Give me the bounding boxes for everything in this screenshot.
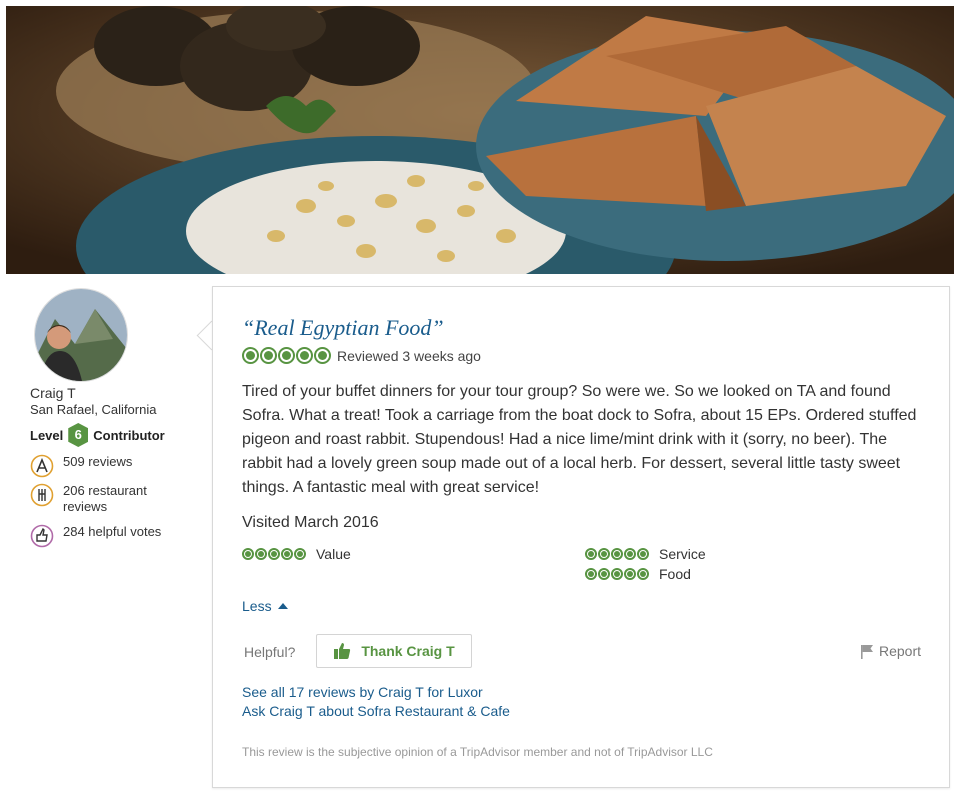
less-toggle[interactable]: Less xyxy=(242,598,288,614)
caret-up-icon[interactable] xyxy=(277,603,288,609)
stat-reviews: 509 reviews xyxy=(30,454,132,478)
rating-bubble xyxy=(637,548,649,560)
rating-bubble xyxy=(585,568,597,580)
report-label[interactable]: Report xyxy=(879,643,921,659)
rating-bubble xyxy=(278,347,295,364)
thank-button[interactable]: Thank Craig T xyxy=(316,634,472,668)
subrating-service: Service xyxy=(585,546,706,562)
rating-bubble xyxy=(268,548,280,560)
rating-bubble xyxy=(611,568,623,580)
thumbs-up-badge-icon xyxy=(30,524,54,548)
subrating-label: Food xyxy=(659,566,691,582)
ask-reviewer-link[interactable]: Ask Craig T about Sofra Restaurant & Caf… xyxy=(242,703,510,719)
subrating-value: Value xyxy=(242,546,351,562)
rating-bubble xyxy=(260,347,277,364)
rating-bubble xyxy=(314,347,331,364)
subrating-label: Service xyxy=(659,546,706,562)
thumbs-up-icon[interactable] xyxy=(333,642,351,660)
thank-button-label[interactable]: Thank Craig T xyxy=(361,643,454,659)
rating-bubble xyxy=(296,347,313,364)
rating-bubbles xyxy=(242,347,332,364)
hero-food-photo xyxy=(6,6,954,274)
less-label[interactable]: Less xyxy=(242,598,272,614)
flag-icon[interactable] xyxy=(859,643,875,659)
stat-restaurant-reviews-text: 206 restaurant reviews xyxy=(63,483,147,514)
stat-helpful-votes-text: 284 helpful votes xyxy=(63,524,162,539)
rating-bubble xyxy=(242,548,254,560)
rating-bubble xyxy=(624,548,636,560)
rating-bubble xyxy=(624,568,636,580)
reviewed-date: Reviewed 3 weeks ago xyxy=(337,347,481,364)
disclaimer: This review is the subjective opinion of… xyxy=(242,745,713,759)
stat-helpful-votes: 284 helpful votes xyxy=(30,524,161,548)
rating-bubble xyxy=(637,568,649,580)
helpful-label: Helpful? xyxy=(244,644,296,660)
review-text: Tired of your buffet dinners for your to… xyxy=(242,383,917,496)
rating-bubble xyxy=(255,548,267,560)
subrating-label: Value xyxy=(316,546,351,562)
subrating-food: Food xyxy=(585,566,691,582)
review-title[interactable]: “Real Egyptian Food” xyxy=(242,315,444,341)
rating-bubble xyxy=(598,548,610,560)
fork-knife-badge-icon xyxy=(30,483,54,507)
rating-bubble xyxy=(611,548,623,560)
see-all-reviews-link[interactable]: See all 17 reviews by Craig T for Luxor xyxy=(242,684,483,700)
pen-badge-icon xyxy=(30,454,54,478)
stat-reviews-text: 509 reviews xyxy=(63,454,133,469)
reviewer-name[interactable]: Craig T xyxy=(30,385,76,401)
stat-restaurant-reviews: 206 restaurant reviews xyxy=(30,483,160,515)
rating-bubble xyxy=(242,347,259,364)
visited-date: Visited March 2016 xyxy=(242,514,379,531)
rating-bubble xyxy=(294,548,306,560)
review-card: “Real Egyptian Food” Reviewed 3 weeks ag… xyxy=(212,286,950,788)
rating-bubble xyxy=(281,548,293,560)
rating-bubble xyxy=(598,568,610,580)
level-badge: 6 xyxy=(68,423,89,447)
level-prefix: Level xyxy=(30,427,64,443)
avatar[interactable] xyxy=(34,288,128,382)
review-rating-row: Reviewed 3 weeks ago xyxy=(242,347,481,364)
report-link[interactable]: Report xyxy=(859,643,921,659)
contributor-level: Level 6 Contributor xyxy=(30,422,165,448)
rating-bubble xyxy=(585,548,597,560)
level-suffix: Contributor xyxy=(93,427,165,443)
reviewer-location: San Rafael, California xyxy=(30,402,157,417)
